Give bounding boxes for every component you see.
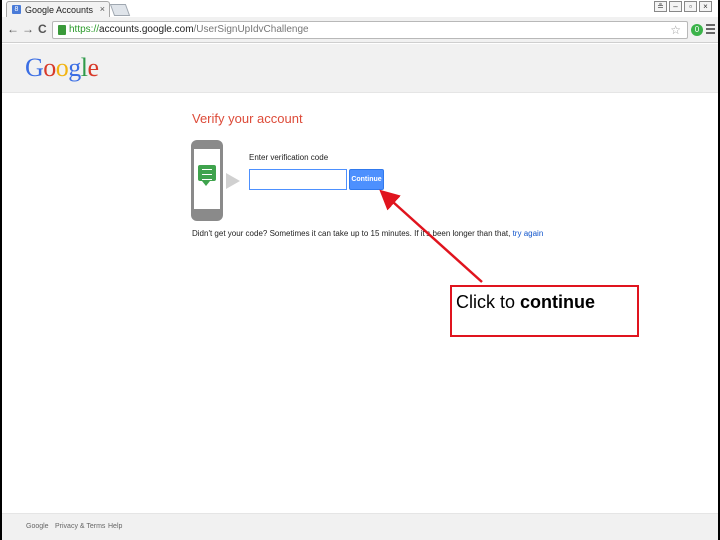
window-maximize-button[interactable]: ▫ (684, 1, 697, 12)
phone-screen (194, 149, 220, 209)
menu-icon[interactable] (706, 24, 715, 35)
logo-letter: g (68, 53, 81, 82)
message-bubble-icon (198, 165, 216, 186)
help-text: Didn't get your code? Sometimes it can t… (192, 229, 543, 238)
reload-icon[interactable]: C (38, 22, 47, 36)
page-footer: Google Privacy & Terms Help (2, 513, 718, 540)
favicon-icon: 8 (12, 5, 21, 14)
url-scheme: https:// (69, 24, 100, 35)
url-text: https://accounts.google.com/UserSignUpId… (69, 24, 309, 35)
browser-tab[interactable]: 8 Google Accounts × (6, 1, 110, 17)
forward-icon[interactable]: → (22, 22, 34, 36)
annotation-prefix: Click to (456, 292, 521, 312)
window-user-icon[interactable]: ≗ (654, 1, 667, 12)
back-icon[interactable]: ← (7, 22, 19, 36)
url-path: /UserSignUpIdvChallenge (193, 24, 309, 35)
help-text-body: Didn't get your code? Sometimes it can t… (192, 229, 513, 238)
browser-titlebar: 8 Google Accounts × ≗ – ▫ × (2, 0, 718, 17)
logo-letter: e (87, 53, 100, 82)
tab-close-icon[interactable]: × (100, 4, 105, 14)
verification-code-input[interactable] (249, 169, 347, 190)
page-title: Verify your account (192, 111, 303, 126)
continue-button[interactable]: Continue (349, 169, 384, 190)
logo-letter: o (43, 53, 56, 82)
window-minimize-button[interactable]: – (669, 1, 682, 12)
screenshot-frame: 8 Google Accounts × ≗ – ▫ × ← → C https:… (0, 0, 720, 540)
lock-icon (58, 25, 66, 35)
bookmark-star-icon[interactable]: ☆ (670, 23, 681, 37)
browser-toolbar: ← → C https://accounts.google.com/UserSi… (2, 17, 718, 43)
tab-title: Google Accounts (25, 5, 94, 15)
annotation-emphasis: continue (520, 292, 596, 312)
logo-letter: o (55, 53, 69, 82)
phone-icon (191, 140, 223, 221)
google-logo[interactable]: Google (25, 53, 99, 83)
logo-letter: l (80, 53, 88, 82)
footer-link-privacy[interactable]: Privacy & Terms (55, 523, 105, 530)
extension-icon[interactable]: 0 (691, 24, 703, 36)
new-tab-button[interactable] (109, 4, 131, 16)
verification-code-label: Enter verification code (249, 153, 329, 162)
right-arrow-icon (226, 173, 240, 189)
logo-letter: G (25, 53, 44, 82)
try-again-link[interactable]: try again (513, 229, 544, 238)
footer-link-help[interactable]: Help (108, 523, 122, 530)
annotation-callout: Click to continue (450, 285, 639, 337)
address-bar[interactable]: https://accounts.google.com/UserSignUpId… (52, 21, 688, 39)
google-header: Google (2, 44, 718, 93)
window-close-button[interactable]: × (699, 1, 712, 12)
annotation-text: Click to continue (456, 292, 595, 313)
footer-link-google[interactable]: Google (26, 523, 49, 530)
url-host: accounts.google.com (99, 24, 194, 35)
